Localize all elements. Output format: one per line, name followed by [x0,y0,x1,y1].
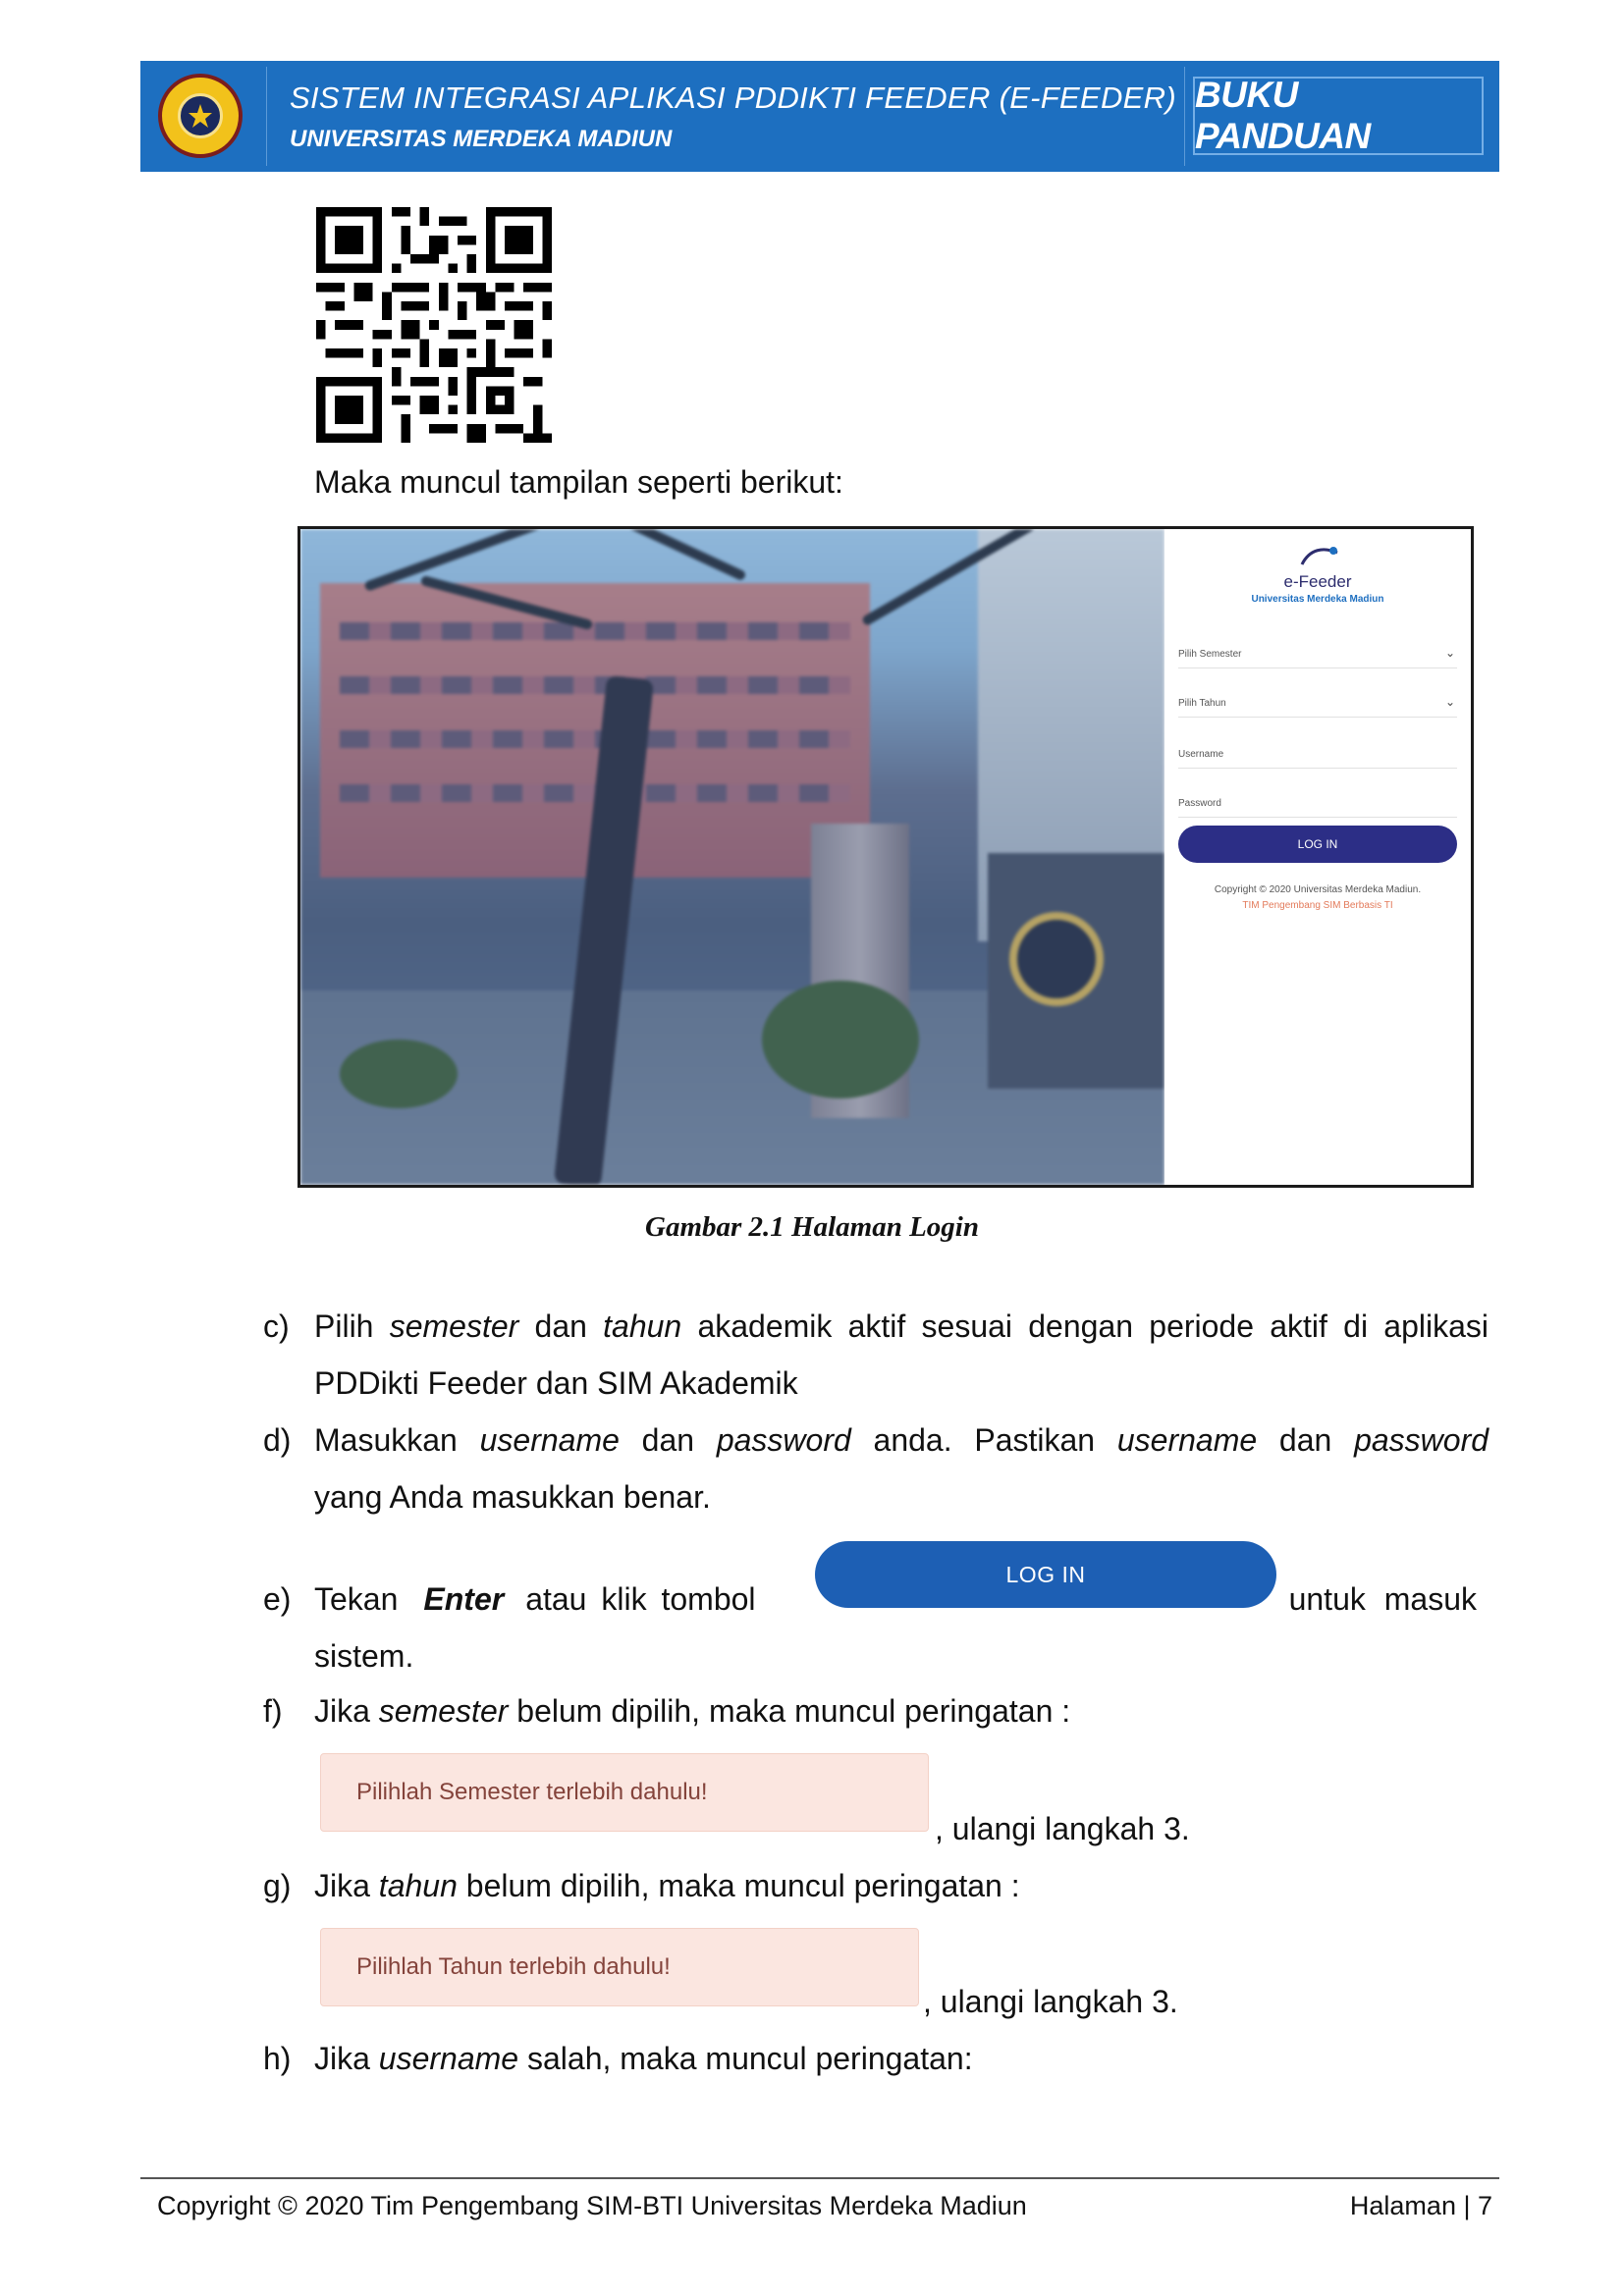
university-logo-icon [158,74,243,158]
login-button[interactable]: LOG IN [1178,826,1457,863]
semester-select[interactable]: Pilih Semester ⌄ [1178,639,1457,668]
year-warning-alert: Pilihlah Tahun terlebih dahulu! [320,1928,919,2006]
header-divider [1184,67,1185,166]
year-select-label: Pilih Tahun [1178,698,1226,709]
login-button-sample[interactable]: LOG IN [815,1541,1276,1608]
chevron-down-icon: ⌄ [1444,646,1455,660]
step-marker: c) [263,1308,290,1344]
header-title: SISTEM INTEGRASI APLIKASI PDDIKTI FEEDER… [290,80,1176,115]
manual-badge: BUKU PANDUAN [1193,75,1484,156]
step-g-line1: Jika tahun belum dipilih, maka muncul pe… [314,1868,1020,1903]
step-marker: e) [263,1581,292,1617]
intro-text: Maka muncul tampilan seperti berikut: [314,464,843,500]
year-select[interactable]: Pilih Tahun ⌄ [1178,688,1457,718]
step-marker: d) [263,1422,292,1458]
semester-select-label: Pilih Semester [1178,649,1242,660]
step-c-line2: PDDikti Feeder dan SIM Akademik [314,1365,798,1401]
step-e-text-press: Tekan Enter atau klik tombol [314,1581,756,1617]
step-d-line1: Masukkan username dan password anda. Pas… [314,1422,1489,1458]
step-c-line1: Pilih semester dan tahun akademik aktif … [314,1308,1489,1344]
login-screenshot-figure: e-Feeder Universitas Merdeka Madiun Pili… [298,526,1474,1188]
semester-warning-alert: Pilihlah Semester terlebih dahulu! [320,1753,929,1832]
header-divider [266,67,267,166]
footer-copyright: Copyright © 2020 Tim Pengembang SIM-BTI … [157,2191,1027,2220]
app-university: Universitas Merdeka Madiun [1251,594,1384,605]
efeeder-logo-icon [1300,547,1338,565]
username-input[interactable]: Username [1178,739,1457,769]
chevron-down-icon: ⌄ [1444,695,1455,709]
step-h-line1: Jika username salah, maka muncul peringa… [314,2041,973,2076]
step-e-line2: sistem. [314,1638,414,1674]
login-team-link[interactable]: TIM Pengembang SIM Berbasis TI [1164,900,1471,911]
page-number: Halaman | 7 [1349,2191,1492,2220]
step-f-line1: Jika semester belum dipilih, maka muncul… [314,1693,1071,1729]
app-name: e-Feeder [1283,572,1352,591]
step-marker: g) [263,1868,292,1903]
document-header: SISTEM INTEGRASI APLIKASI PDDIKTI FEEDER… [140,61,1499,172]
login-copyright: Copyright © 2020 Universitas Merdeka Mad… [1214,884,1422,895]
qr-code [316,207,552,443]
username-placeholder: Username [1178,749,1224,760]
step-d-line2: yang Anda masukkan benar. [314,1479,711,1515]
step-f-after: , ulangi langkah 3. [935,1811,1190,1846]
step-marker: h) [263,2041,292,2076]
campus-background-photo [300,529,1164,1185]
step-g-after: , ulangi langkah 3. [923,1984,1178,2019]
header-subtitle: UNIVERSITAS MERDEKA MADIUN [290,126,673,152]
password-input[interactable]: Password [1178,788,1457,818]
step-e-text-enter: untuk masuk [1288,1581,1477,1617]
password-placeholder: Password [1178,798,1221,809]
figure-caption: Gambar 2.1 Halaman Login [645,1211,979,1243]
footer-divider [140,2177,1499,2179]
step-marker: f) [263,1693,283,1729]
login-panel: e-Feeder Universitas Merdeka Madiun Pili… [1164,529,1471,1185]
